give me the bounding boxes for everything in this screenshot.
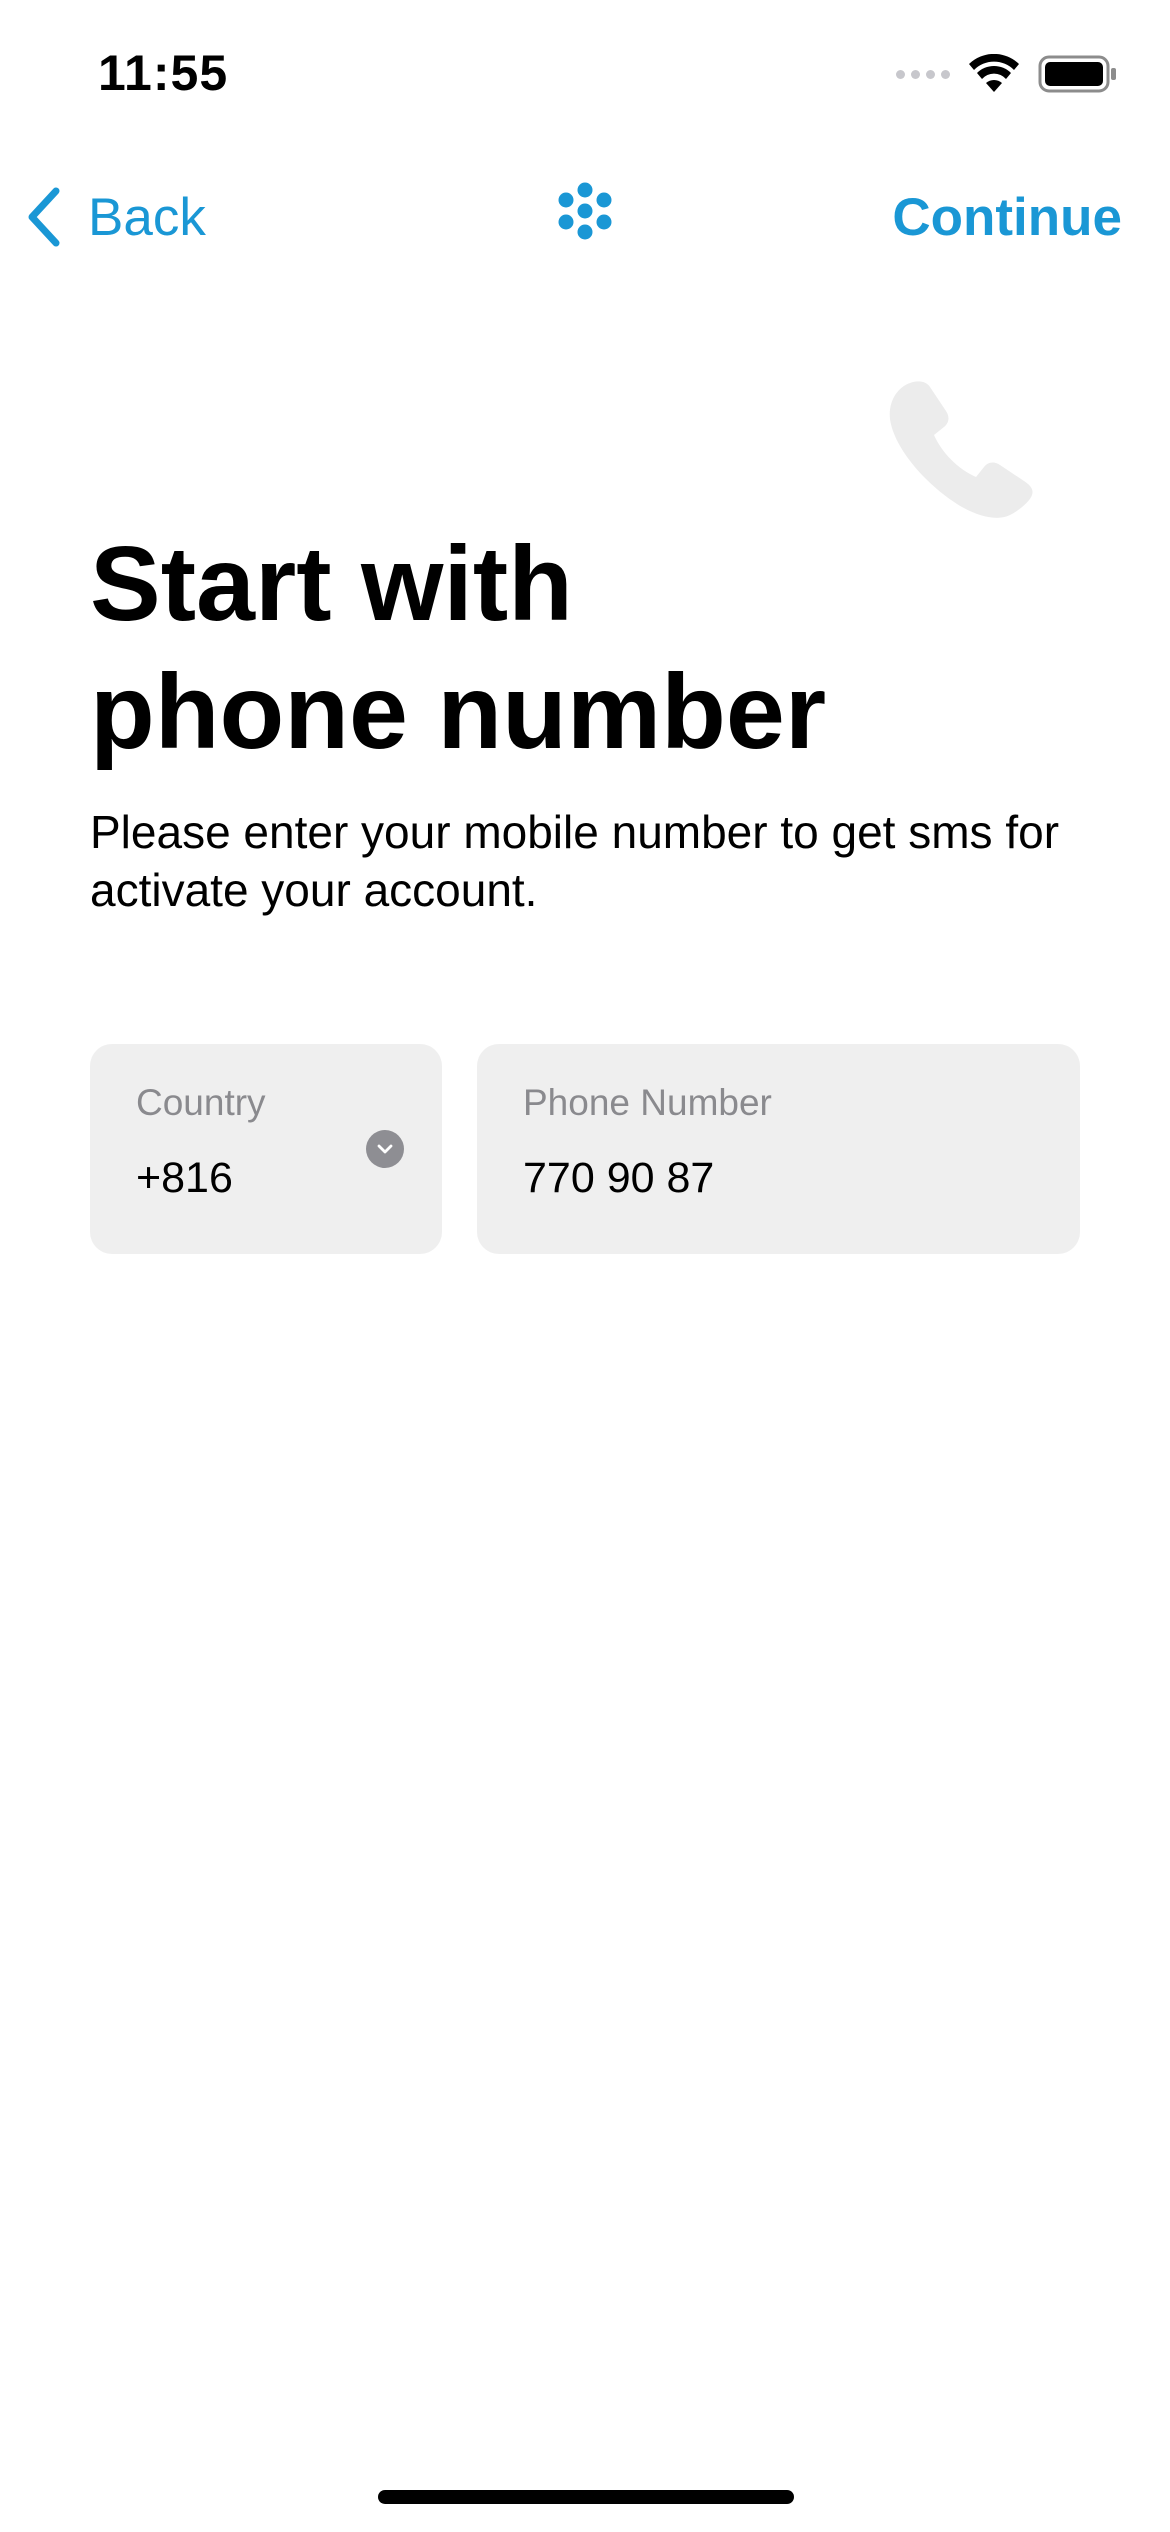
page-title: Start with phone number — [90, 520, 1090, 776]
battery-icon — [1038, 55, 1116, 93]
phone-number-value: 770 90 87 — [523, 1154, 715, 1202]
cellular-signal-icon — [896, 69, 950, 79]
status-icons — [896, 52, 1118, 96]
country-label: Country — [136, 1082, 266, 1123]
page-subtitle: Please enter your mobile number to get s… — [90, 806, 1060, 916]
navigation-bar: Back Continue — [0, 160, 1170, 270]
page-title-line-2: phone number — [90, 653, 827, 771]
home-indicator[interactable] — [378, 2490, 794, 2504]
back-button[interactable]: Back — [24, 172, 206, 262]
wifi-icon — [969, 54, 1019, 92]
app-logo-icon — [558, 182, 612, 240]
phone-number-screen: 11:55 Back Continue Start with phone num… — [0, 0, 1170, 2532]
page-title-line-1: Start with — [90, 525, 573, 643]
chevron-down-icon — [366, 1130, 404, 1168]
phone-number-label: Phone Number — [523, 1082, 772, 1123]
country-selector[interactable]: Country +816 — [90, 1044, 442, 1254]
continue-button[interactable]: Continue — [892, 172, 1122, 262]
country-code-value: +816 — [136, 1154, 233, 1202]
phone-number-field[interactable]: Phone Number 770 90 87 — [477, 1044, 1080, 1254]
chevron-left-icon — [28, 187, 60, 247]
status-time: 11:55 — [98, 45, 229, 101]
phone-icon — [889, 381, 1033, 518]
status-bar: 11:55 — [0, 0, 1170, 150]
back-button-label: Back — [88, 187, 206, 247]
